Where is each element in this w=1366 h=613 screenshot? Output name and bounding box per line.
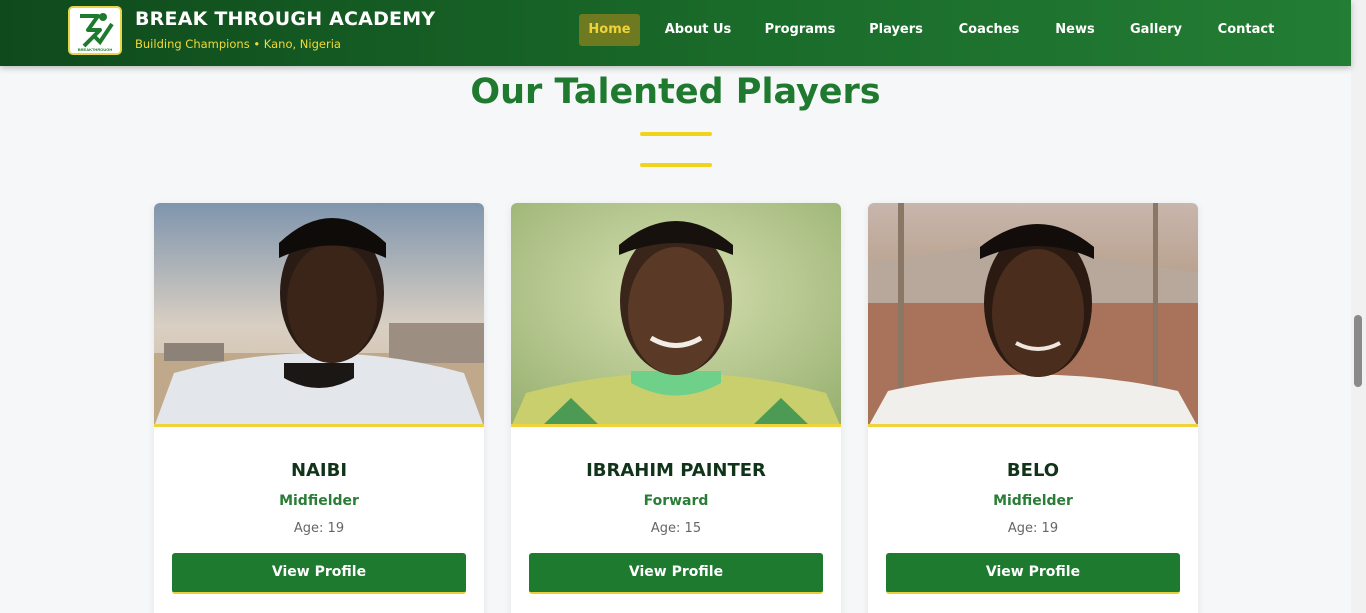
- nav-contact[interactable]: Contact: [1212, 14, 1280, 46]
- title-divider-top: [640, 132, 712, 136]
- player-photo: [868, 203, 1198, 427]
- logo-text: BREAKTHROUGH: [78, 47, 113, 52]
- nav-gallery[interactable]: Gallery: [1124, 14, 1188, 46]
- player-card: BELO Midfielder Age: 19 View Profile: [868, 203, 1198, 613]
- nav-programs[interactable]: Programs: [760, 14, 840, 46]
- academy-logo[interactable]: BREAKTHROUGH: [68, 6, 122, 55]
- section-title: Our Talented Players: [470, 72, 881, 112]
- player-photo: [154, 203, 484, 427]
- player-age: Age: 19: [1007, 521, 1059, 536]
- player-photo: [511, 203, 841, 427]
- runner-logo-icon: BREAKTHROUGH: [70, 8, 120, 53]
- nav-players[interactable]: Players: [864, 14, 928, 46]
- view-profile-button[interactable]: View Profile: [172, 553, 466, 594]
- nav-coaches[interactable]: Coaches: [952, 14, 1026, 46]
- scrollbar-thumb[interactable]: [1354, 315, 1362, 387]
- nav-news[interactable]: News: [1050, 14, 1100, 46]
- player-name: NAIBI: [290, 460, 348, 481]
- nav-about-us[interactable]: About Us: [660, 14, 736, 46]
- player-position: Midfielder: [993, 493, 1073, 509]
- player-card: IBRAHIM PAINTER Forward Age: 15 View Pro…: [511, 203, 841, 613]
- brand-subtitle: Building Champions • Kano, Nigeria: [135, 37, 341, 51]
- player-position: Midfielder: [279, 493, 359, 509]
- view-profile-button[interactable]: View Profile: [886, 553, 1180, 594]
- page-scrollbar[interactable]: [1351, 0, 1366, 613]
- player-age: Age: 15: [650, 521, 702, 536]
- player-age: Age: 19: [293, 521, 345, 536]
- view-profile-button[interactable]: View Profile: [529, 553, 823, 594]
- player-position: Forward: [643, 493, 709, 509]
- player-name: IBRAHIM PAINTER: [586, 460, 766, 481]
- player-card: NAIBI Midfielder Age: 19 View Profile: [154, 203, 484, 613]
- brand-title[interactable]: BREAK THROUGH ACADEMY: [135, 8, 435, 30]
- title-divider-bottom: [640, 163, 712, 167]
- player-name: BELO: [1006, 460, 1060, 481]
- site-header: BREAKTHROUGH BREAK THROUGH ACADEMY Build…: [0, 0, 1351, 66]
- nav-home[interactable]: Home: [579, 14, 640, 46]
